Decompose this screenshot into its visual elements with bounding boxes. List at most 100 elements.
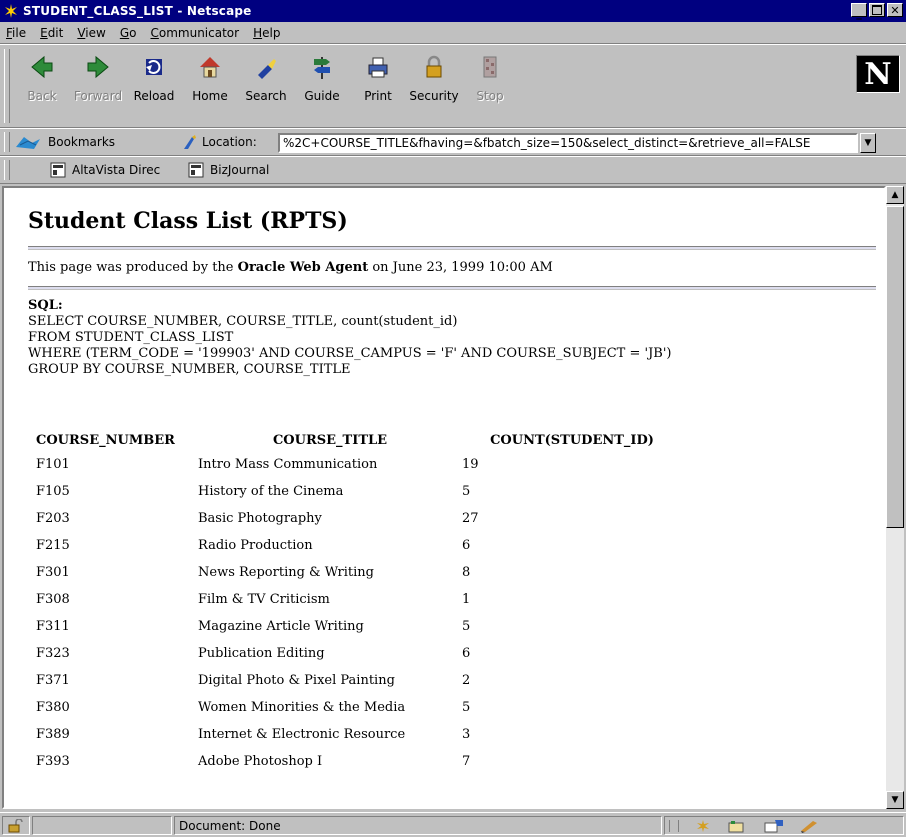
guide-button[interactable]: Guide	[294, 49, 350, 125]
produced-agent: Oracle Web Agent	[237, 260, 369, 275]
menu-help[interactable]: Help	[253, 26, 280, 40]
menu-view[interactable]: View	[77, 26, 105, 40]
guide-signpost-icon	[314, 57, 330, 79]
mail-component-icon[interactable]	[727, 819, 749, 833]
forward-button[interactable]: Forward	[70, 49, 126, 125]
reload-label: Reload	[133, 89, 175, 103]
back-button[interactable]: Back	[14, 49, 70, 125]
course-title-cell: Women Minorities & the Media	[198, 700, 406, 715]
stop-icon	[483, 56, 497, 78]
student-count-cell: 6	[462, 538, 471, 553]
course-number-cell: F203	[36, 511, 70, 526]
minimize-button[interactable]: _	[851, 3, 867, 20]
window-title-bar[interactable]: STUDENT_CLASS_LIST - Netscape _ ✕	[0, 0, 906, 22]
produced-by-line: This page was produced by the Oracle Web…	[28, 260, 553, 275]
menu-go[interactable]: Go	[120, 26, 137, 40]
bookmarks-label: Bookmarks	[48, 135, 116, 149]
sql-heading: SQL:	[28, 298, 63, 313]
course-number-cell: F105	[36, 484, 70, 499]
unlocked-padlock-icon	[8, 818, 23, 832]
table-row: F101 Intro Mass Communication 19	[28, 451, 682, 478]
home-button[interactable]: Home	[182, 49, 238, 125]
personal-bookmark-bizjournal[interactable]: BizJournal	[188, 162, 269, 178]
bookmarks-button[interactable]: Bookmarks	[14, 133, 115, 151]
student-count-cell: 5	[462, 484, 471, 499]
divider	[28, 286, 876, 290]
table-row: F215 Radio Production 6	[28, 532, 682, 559]
course-title-cell: Magazine Article Writing	[198, 619, 364, 634]
table-row: F301 News Reporting & Writing 8	[28, 559, 682, 586]
scroll-up-button[interactable]: ▲	[886, 186, 904, 204]
page-title: Student Class List (RPTS)	[28, 208, 348, 234]
menu-edit[interactable]: Edit	[40, 26, 63, 40]
course-number-cell: F311	[36, 619, 70, 634]
sql-line: SELECT COURSE_NUMBER, COURSE_TITLE, coun…	[28, 314, 458, 329]
bookmark-page-icon	[188, 162, 204, 178]
toolbar-grip[interactable]	[4, 49, 10, 123]
course-number-cell: F308	[36, 592, 70, 607]
print-button[interactable]: Print	[350, 49, 406, 125]
close-button[interactable]: ✕	[887, 3, 903, 17]
student-count-cell: 27	[462, 511, 479, 526]
security-button[interactable]: Security	[406, 49, 462, 125]
status-bar: Document: Done	[0, 812, 906, 837]
course-title-cell: Publication Editing	[198, 646, 325, 661]
course-number-cell: F389	[36, 727, 70, 742]
window-title: STUDENT_CLASS_LIST - Netscape	[23, 4, 252, 18]
security-status-cell[interactable]	[2, 816, 30, 835]
chevron-down-icon: ▼	[864, 138, 872, 148]
discussion-component-icon[interactable]	[763, 819, 785, 833]
vertical-scrollbar[interactable]: ▲ ▼	[886, 186, 904, 809]
course-title-cell: Radio Production	[198, 538, 313, 553]
minimize-icon: _	[856, 6, 862, 20]
personal-toolbar-grip[interactable]	[4, 160, 10, 180]
netscape-logo[interactable]: N	[856, 55, 900, 93]
search-flashlight-icon	[258, 59, 276, 79]
course-number-cell: F371	[36, 673, 70, 688]
course-title-cell: Basic Photography	[198, 511, 322, 526]
composer-component-icon[interactable]	[799, 819, 821, 833]
menu-communicator[interactable]: Communicator	[150, 26, 239, 40]
course-number-cell: F323	[36, 646, 70, 661]
location-dropdown-button[interactable]: ▼	[860, 133, 876, 153]
student-count-cell: 8	[462, 565, 471, 580]
table-row: F389 Internet & Electronic Resource 3	[28, 721, 682, 748]
produced-suffix: on June 23, 1999 10:00 AM	[368, 260, 553, 275]
location-label-group: Location:	[180, 133, 257, 151]
close-icon: ✕	[890, 3, 900, 17]
student-count-cell: 3	[462, 727, 471, 742]
stop-label: Stop	[476, 89, 504, 103]
forward-label: Forward	[73, 89, 123, 103]
table-row: F371 Digital Photo & Pixel Painting 2	[28, 667, 682, 694]
personal-bookmark-altavista[interactable]: AltaVista Direc	[50, 162, 160, 178]
location-url-field[interactable]: %2C+COURSE_TITLE&fhaving=&fbatch_size=15…	[278, 133, 858, 153]
location-toolbar-grip[interactable]	[4, 132, 10, 152]
table-row: F393 Adobe Photoshop I 7	[28, 748, 682, 775]
sql-block: SQL: SELECT COURSE_NUMBER, COURSE_TITLE,…	[28, 298, 672, 378]
maximize-button[interactable]	[869, 3, 885, 17]
printer-icon	[368, 57, 388, 78]
forward-arrow-icon	[87, 55, 109, 79]
scroll-down-button[interactable]: ▼	[886, 791, 904, 809]
component-bar	[664, 816, 904, 835]
reload-button[interactable]: Reload	[126, 49, 182, 125]
stop-button[interactable]: Stop	[462, 49, 518, 125]
chevron-down-icon: ▼	[891, 795, 899, 805]
table-row: F311 Magazine Article Writing 5	[28, 613, 682, 640]
column-header: COURSE_NUMBER	[36, 432, 175, 448]
component-grip	[669, 819, 679, 832]
student-count-cell: 5	[462, 700, 471, 715]
scrollbar-thumb[interactable]	[886, 206, 904, 528]
divider	[28, 246, 876, 250]
personal-toolbar: AltaVista Direc BizJournal	[0, 156, 906, 184]
navigator-component-icon[interactable]	[693, 819, 713, 833]
back-arrow-icon	[31, 55, 53, 79]
sql-line: WHERE (TERM_CODE = '199903' AND COURSE_C…	[28, 346, 672, 361]
guide-label: Guide	[304, 89, 340, 103]
course-number-cell: F393	[36, 754, 70, 769]
search-button[interactable]: Search	[238, 49, 294, 125]
menu-file[interactable]: File	[6, 26, 26, 40]
student-count-cell: 7	[462, 754, 471, 769]
page-content[interactable]: Student Class List (RPTS) This page was …	[2, 186, 886, 809]
menu-bar: File Edit View Go Communicator Help	[0, 22, 906, 44]
